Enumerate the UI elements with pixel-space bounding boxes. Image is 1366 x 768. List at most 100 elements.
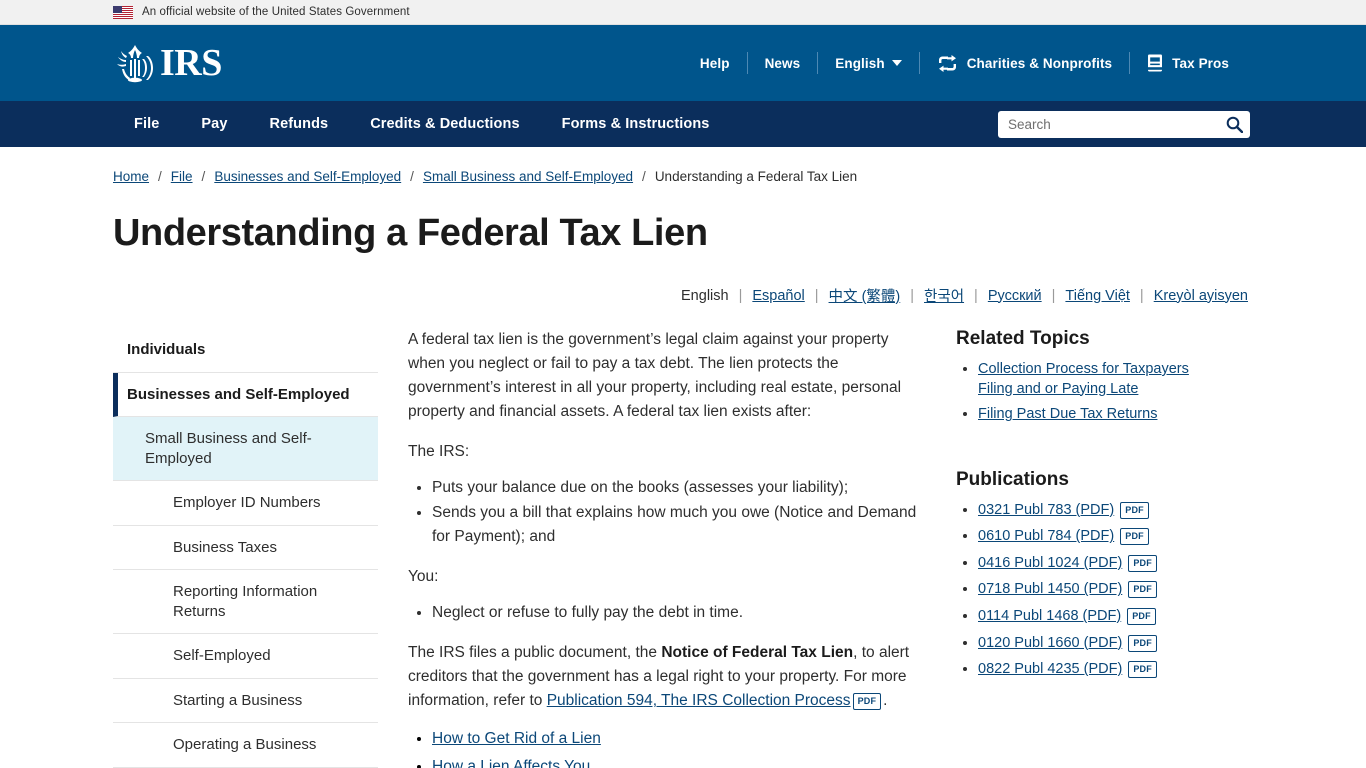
notice-text-before: The IRS files a public document, the <box>408 644 662 662</box>
list-item: 0321 Publ 783 (PDF) PDF <box>978 501 1208 521</box>
notice-bold-term: Notice of Federal Tax Lien <box>661 644 854 662</box>
irs-wordmark: IRS <box>160 42 222 84</box>
publication-link-publ-4235[interactable]: 0822 Publ 4235 (PDF) <box>978 661 1122 677</box>
list-item: Neglect or refuse to fully pay the debt … <box>432 601 918 625</box>
language-separator: | <box>1139 287 1144 304</box>
irs-logo-link[interactable]: IRS <box>113 41 222 85</box>
language-option-korean[interactable]: 한국어 <box>924 285 964 306</box>
nav-item-file[interactable]: File <box>113 116 180 132</box>
publication-link-publ-783[interactable]: 0321 Publ 783 (PDF) <box>978 502 1114 518</box>
list-item: How a Lien Affects You <box>432 757 918 768</box>
link-how-to-get-rid-of-a-lien[interactable]: How to Get Rid of a Lien <box>432 730 601 747</box>
list-item: How to Get Rid of a Lien <box>432 729 918 749</box>
pdf-badge: PDF <box>1120 528 1149 546</box>
sidebar-item-self-employed[interactable]: Self-Employed <box>113 634 378 679</box>
breadcrumb-item-home[interactable]: Home <box>113 169 149 184</box>
sidebar-navigation: Individuals Businesses and Self-Employed… <box>113 328 378 768</box>
utility-link-tax-pros[interactable]: Tax Pros <box>1130 54 1246 72</box>
list-item: 0822 Publ 4235 (PDF) PDF <box>978 660 1208 680</box>
related-topics-title: Related Topics <box>956 328 1090 349</box>
notice-text-trailing: . <box>883 692 888 710</box>
content-area: Individuals Businesses and Self-Employed… <box>0 328 1366 768</box>
list-item: Sends you a bill that explains how much … <box>432 501 918 549</box>
breadcrumb-item-businesses-and-self-employed[interactable]: Businesses and Self-Employed <box>214 169 401 184</box>
breadcrumb-separator: / <box>410 169 414 184</box>
list-item: Filing Past Due Tax Returns <box>978 405 1208 425</box>
utility-link-help-label: Help <box>699 55 730 71</box>
publication-link-publ-1468[interactable]: 0114 Publ 1468 (PDF) <box>978 608 1121 624</box>
language-option-espanol[interactable]: Español <box>752 288 804 304</box>
page-title: Understanding a Federal Tax Lien <box>113 212 708 254</box>
sidebar-item-business-taxes[interactable]: Business Taxes <box>113 526 378 570</box>
utility-link-charities-label: Charities & Nonprofits <box>966 55 1113 71</box>
irs-eagle-scales-emblem <box>117 45 153 83</box>
sidebar-item-employer-id-numbers[interactable]: Employer ID Numbers <box>113 481 378 526</box>
site-masthead: IRS Help News English Charities & Nonpro… <box>0 25 1366 101</box>
search-button[interactable] <box>1218 111 1250 138</box>
language-selector[interactable]: English <box>818 56 918 71</box>
publications-title: Publications <box>956 468 1069 490</box>
sidebar-item-individuals[interactable]: Individuals <box>113 328 378 373</box>
irs-heading: The IRS: <box>408 443 470 461</box>
pdf-badge: PDF <box>1128 554 1157 572</box>
main-content: A federal tax lien is the government’s l… <box>378 328 938 768</box>
language-separator: | <box>910 287 915 304</box>
publication-594-link[interactable]: Publication 594, The IRS Collection Proc… <box>547 692 851 709</box>
primary-navigation-items: File Pay Refunds Credits & Deductions Fo… <box>113 116 730 132</box>
list-item: 0120 Publ 1660 (PDF) PDF <box>978 634 1208 654</box>
publication-link-publ-784[interactable]: 0610 Publ 784 (PDF) <box>978 528 1114 544</box>
publication-link-publ-1660[interactable]: 0120 Publ 1660 (PDF) <box>978 635 1122 651</box>
list-item: 0718 Publ 1450 (PDF) PDF <box>978 580 1208 600</box>
gov-banner: An official website of the United States… <box>0 0 1366 25</box>
nav-item-refunds[interactable]: Refunds <box>249 116 350 132</box>
utility-link-help[interactable]: Help <box>683 56 747 71</box>
breadcrumb-item-small-business-and-self-employed[interactable]: Small Business and Self-Employed <box>423 169 633 184</box>
us-flag-icon <box>113 5 133 19</box>
search-input[interactable] <box>998 110 1218 138</box>
breadcrumb-separator: / <box>201 169 206 184</box>
related-topics-list: Collection Process for Taxpayers Filing … <box>956 360 1208 425</box>
language-option-chinese-traditional[interactable]: 中文 (繁體) <box>829 285 901 306</box>
utility-link-news-label: News <box>764 55 801 71</box>
sidebar-item-small-business-and-self-employed[interactable]: Small Business and Self-Employed <box>113 417 378 481</box>
language-bar: English | Español | 中文 (繁體) | 한국어 | Русс… <box>0 285 1366 306</box>
link-how-a-lien-affects-you[interactable]: How a Lien Affects You <box>432 758 590 768</box>
nav-item-credits-deductions[interactable]: Credits & Deductions <box>349 116 540 132</box>
irs-list: Puts your balance due on the books (asse… <box>408 476 918 549</box>
pdf-badge: PDF <box>852 693 882 711</box>
gov-banner-text: An official website of the United States… <box>142 6 410 18</box>
breadcrumb-item-file[interactable]: File <box>171 169 193 184</box>
book-icon <box>1147 54 1163 72</box>
publication-link-publ-1024[interactable]: 0416 Publ 1024 (PDF) <box>978 555 1122 571</box>
list-item: Puts your balance due on the books (asse… <box>432 476 918 500</box>
related-topic-collection-process[interactable]: Collection Process for Taxpayers Filing … <box>978 361 1189 397</box>
breadcrumb-separator: / <box>158 169 162 184</box>
language-separator: | <box>738 287 743 304</box>
sidebar-item-reporting-information-returns[interactable]: Reporting Information Returns <box>113 570 378 634</box>
nav-item-pay[interactable]: Pay <box>180 116 248 132</box>
sidebar-aside: Related Topics Collection Process for Ta… <box>938 328 1208 724</box>
breadcrumb-separator: / <box>642 169 646 184</box>
sidebar-item-starting-a-business[interactable]: Starting a Business <box>113 679 378 723</box>
pdf-badge: PDF <box>1128 581 1157 599</box>
pdf-badge: PDF <box>1127 607 1156 625</box>
intro-paragraph: A federal tax lien is the government’s l… <box>408 331 902 421</box>
related-topic-filing-past-due-tax-returns[interactable]: Filing Past Due Tax Returns <box>978 406 1157 422</box>
nav-item-forms-instructions[interactable]: Forms & Instructions <box>541 116 731 132</box>
sidebar-item-operating-a-business[interactable]: Operating a Business <box>113 723 378 768</box>
sidebar-item-businesses-and-self-employed[interactable]: Businesses and Self-Employed <box>113 372 378 417</box>
pdf-badge: PDF <box>1128 661 1157 679</box>
language-option-russian[interactable]: Русский <box>988 288 1042 304</box>
utility-link-charities-nonprofits[interactable]: Charities & Nonprofits <box>920 54 1129 72</box>
pdf-badge: PDF <box>1128 634 1157 652</box>
search-icon <box>1226 116 1243 133</box>
utility-link-tax-pros-label: Tax Pros <box>1172 55 1229 71</box>
language-option-vietnamese[interactable]: Tiếng Việt <box>1065 288 1130 304</box>
breadcrumb-item-current: Understanding a Federal Tax Lien <box>654 169 858 184</box>
related-links-list: How to Get Rid of a Lien How a Lien Affe… <box>408 729 918 768</box>
list-item: Collection Process for Taxpayers Filing … <box>978 360 1208 399</box>
utility-link-news[interactable]: News <box>748 56 818 71</box>
you-heading: You: <box>408 568 439 586</box>
language-option-haitian-creole[interactable]: Kreyòl ayisyen <box>1154 288 1248 304</box>
publication-link-publ-1450[interactable]: 0718 Publ 1450 (PDF) <box>978 581 1122 597</box>
